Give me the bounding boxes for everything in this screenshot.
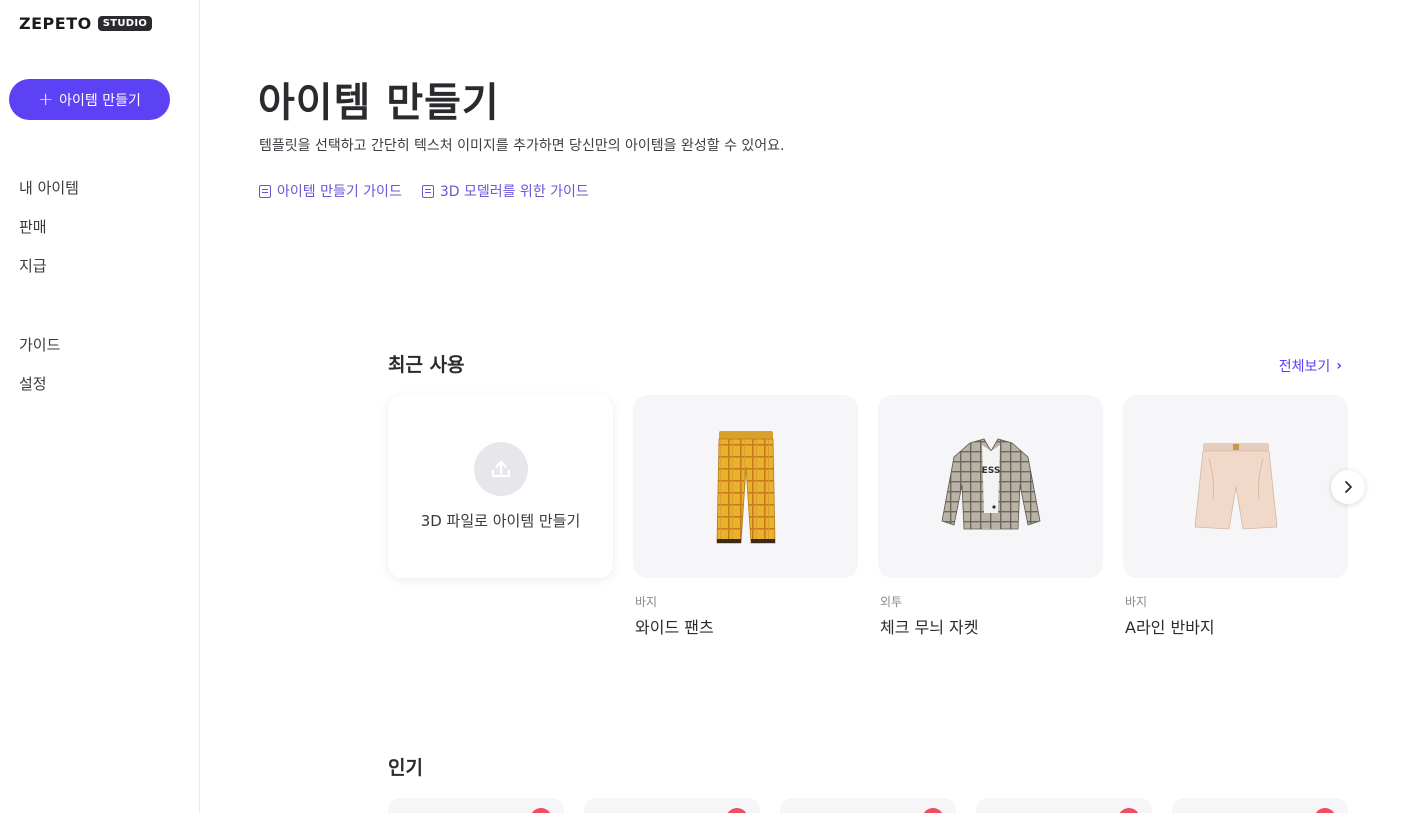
sidebar-item-label: 가이드	[19, 336, 61, 354]
see-all-label: 전체보기	[1278, 359, 1331, 375]
badge-icon	[1118, 808, 1140, 813]
carousel-next-button[interactable]	[1331, 470, 1365, 504]
document-icon	[421, 184, 434, 198]
item-card[interactable]: 바지 와이드 팬츠	[633, 395, 858, 638]
studio-badge: STUDIO	[97, 16, 153, 31]
shorts-image	[1194, 443, 1277, 530]
item-thumbnail[interactable]: ESS	[878, 395, 1103, 578]
recent-section-title: 최근 사용	[388, 354, 465, 376]
item-card[interactable]: 바지 A라인 반바지	[1123, 395, 1348, 638]
guide-link-label: 3D 모델러를 위한 가이드	[439, 184, 589, 200]
3d-modeler-guide-link[interactable]: 3D 모델러를 위한 가이드	[421, 181, 589, 201]
item-category: 바지	[1125, 595, 1148, 609]
item-creation-guide-link[interactable]: 아이템 만들기 가이드	[259, 181, 402, 201]
plaid-jacket-image: ESS	[941, 438, 1040, 529]
badge-icon	[726, 808, 748, 813]
create-item-button-label: 아이템 만들기	[59, 92, 141, 109]
item-thumbnail[interactable]	[1123, 395, 1348, 578]
sidebar-nav: 내 아이템 판매 지급 가이드 설정	[19, 168, 79, 403]
plus-icon: +	[38, 88, 54, 110]
item-card[interactable]: ESS 외투 체크 무늬 자켓	[878, 395, 1103, 638]
sidebar-item-payment[interactable]: 지급	[19, 246, 79, 285]
chevron-right-icon: ›	[1336, 358, 1342, 374]
svg-text:ESS: ESS	[981, 466, 1000, 476]
popular-item-card[interactable]	[976, 798, 1152, 813]
sidebar-item-label: 설정	[19, 375, 47, 393]
item-category: 바지	[635, 595, 658, 609]
popular-item-card[interactable]	[1172, 798, 1348, 813]
sidebar-item-settings[interactable]: 설정	[19, 364, 79, 403]
badge-icon	[1314, 808, 1336, 813]
item-name: A라인 반바지	[1125, 618, 1215, 637]
item-name: 와이드 팬츠	[635, 618, 714, 637]
see-all-link[interactable]: 전체보기 ›	[1279, 356, 1342, 376]
upload-3d-card-body[interactable]: 3D 파일로 아이템 만들기	[388, 395, 613, 578]
sidebar: ZEPETO STUDIO + 아이템 만들기 내 아이템 판매 지급 가이드 …	[0, 0, 200, 813]
popular-item-card[interactable]	[780, 798, 956, 813]
popular-section-title: 인기	[388, 757, 423, 779]
sidebar-divider-space	[19, 285, 79, 325]
item-thumbnail[interactable]	[633, 395, 858, 578]
document-icon	[259, 184, 271, 198]
upload-icon	[473, 442, 528, 496]
sidebar-item-sales[interactable]: 판매	[19, 207, 79, 246]
page-title: 아이템 만들기	[258, 80, 500, 126]
item-name: 체크 무늬 자켓	[880, 618, 979, 637]
item-category: 외투	[880, 595, 903, 609]
page-description: 템플릿을 선택하고 간단히 텍스처 이미지를 추가하면 당신만의 아이템을 완성…	[259, 138, 785, 154]
sidebar-item-label: 판매	[19, 218, 47, 236]
badge-icon	[922, 808, 944, 813]
sidebar-item-label: 지급	[19, 257, 47, 275]
popular-item-card[interactable]	[388, 798, 564, 813]
badge-icon	[530, 808, 552, 813]
sidebar-item-label: 내 아이템	[19, 179, 79, 197]
main-content: 아이템 만들기 템플릿을 선택하고 간단히 텍스처 이미지를 추가하면 당신만의…	[200, 0, 1402, 813]
app-root: ZEPETO STUDIO + 아이템 만들기 내 아이템 판매 지급 가이드 …	[0, 0, 1402, 813]
logo-wordmark: ZEPETO	[19, 14, 92, 33]
guide-link-label: 아이템 만들기 가이드	[277, 184, 402, 200]
create-item-button[interactable]: + 아이템 만들기	[9, 79, 170, 120]
upload-3d-card-label: 3D 파일로 아이템 만들기	[420, 512, 581, 530]
recent-items-carousel: 3D 파일로 아이템 만들기 바지 와이드 팬츠 ESS 외투 체크 무늬 자켓…	[388, 395, 1348, 638]
popular-items-row	[388, 798, 1348, 813]
sidebar-item-my-items[interactable]: 내 아이템	[19, 168, 79, 207]
zepeto-studio-logo[interactable]: ZEPETO STUDIO	[19, 14, 153, 33]
plaid-pants-image	[716, 430, 775, 543]
sidebar-item-guide[interactable]: 가이드	[19, 325, 79, 364]
upload-3d-card[interactable]: 3D 파일로 아이템 만들기	[388, 395, 613, 638]
chevron-right-icon	[1345, 481, 1352, 493]
guide-links: 아이템 만들기 가이드 3D 모델러를 위한 가이드	[259, 181, 589, 201]
popular-item-card[interactable]	[584, 798, 760, 813]
